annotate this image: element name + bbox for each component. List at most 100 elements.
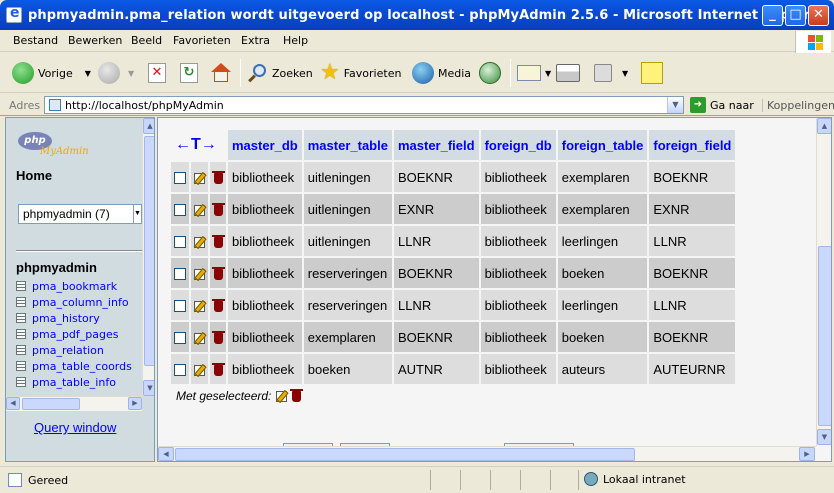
delete-icon[interactable]	[211, 170, 225, 184]
edit-icon[interactable]	[194, 364, 205, 376]
forward-button[interactable]: ▼	[98, 61, 134, 85]
edit-icon[interactable]	[194, 204, 205, 216]
back-button[interactable]: Vorige ▼	[12, 61, 91, 85]
delete-icon[interactable]	[211, 298, 225, 312]
scroll-down-icon[interactable]: ▼	[817, 429, 831, 445]
row-checkbox[interactable]	[174, 236, 186, 249]
menu-extra[interactable]: Extra	[241, 34, 270, 47]
table-cell: leerlingen	[557, 290, 648, 320]
delete-icon[interactable]	[211, 362, 225, 376]
messenger-button[interactable]	[641, 61, 663, 85]
row-checkbox[interactable]	[174, 300, 186, 313]
menu-bewerken[interactable]: Bewerken	[68, 34, 122, 47]
row-checkbox[interactable]	[174, 172, 186, 185]
column-toggle-arrows[interactable]: ←T→	[171, 130, 226, 160]
menu-beeld[interactable]: Beeld	[131, 34, 162, 47]
close-button[interactable]: ✕	[808, 5, 829, 26]
delete-icon[interactable]	[211, 234, 225, 248]
database-select[interactable]: phpmyadmin (7) ▼	[18, 204, 142, 224]
chevron-down-icon[interactable]: ▼	[545, 69, 551, 78]
scroll-right-icon[interactable]: ▶	[128, 397, 142, 410]
scrollbar-thumb[interactable]	[818, 246, 831, 426]
left-horizontal-scrollbar[interactable]: ◀ ▶	[6, 396, 142, 411]
table-link-pma-relation[interactable]: pma_relation	[16, 342, 132, 358]
home-link[interactable]: Home	[16, 168, 52, 183]
mail-button[interactable]: ▼	[517, 61, 551, 85]
edit-icon[interactable]	[194, 300, 205, 312]
media-button[interactable]: Media	[412, 61, 471, 85]
table-cell: LLNR	[649, 290, 736, 320]
history-icon	[479, 62, 501, 84]
stop-button[interactable]: ✕	[148, 61, 166, 85]
chevron-down-icon[interactable]: ▼	[622, 69, 628, 78]
table-link-pma-history[interactable]: pma_history	[16, 310, 132, 326]
table-link-pma-pdf-pages[interactable]: pma_pdf_pages	[16, 326, 132, 342]
row-checkbox[interactable]	[174, 332, 186, 345]
header-foreign-db[interactable]: foreign_db	[480, 130, 556, 160]
scroll-up-icon[interactable]: ▲	[143, 118, 154, 134]
delete-icon[interactable]	[211, 266, 225, 280]
favorites-button[interactable]: ★ Favorieten	[320, 61, 401, 85]
chevron-down-icon[interactable]: ▼	[128, 69, 134, 78]
scroll-down-icon[interactable]: ▼	[143, 380, 154, 396]
links-button[interactable]: Koppelingen	[762, 99, 834, 112]
table-link-pma-table-coords[interactable]: pma_table_coords	[16, 358, 132, 374]
chevron-down-icon[interactable]: ▼	[85, 69, 91, 78]
scrollbar-thumb[interactable]	[22, 398, 80, 410]
database-name[interactable]: phpmyadmin	[16, 260, 97, 275]
refresh-button[interactable]: ↻	[180, 61, 198, 85]
edit-button[interactable]: ▼	[594, 61, 628, 85]
address-input[interactable]: http://localhost/phpMyAdmin ▼	[44, 96, 684, 114]
table-link-pma-table-info[interactable]: pma_table_info	[16, 374, 132, 390]
table-cell: AUTEURNR	[649, 354, 736, 384]
edit-icon[interactable]	[194, 332, 205, 344]
go-button[interactable]: ➜ Ga naar	[690, 97, 754, 113]
phpmyadmin-logo[interactable]: php MyAdmin	[18, 132, 108, 162]
home-button[interactable]	[210, 61, 232, 85]
menu-favorieten[interactable]: Favorieten	[173, 34, 231, 47]
table-cell: bibliotheek	[228, 194, 302, 224]
edit-icon[interactable]	[194, 172, 205, 184]
status-divider	[520, 470, 521, 490]
maximize-button[interactable]: □	[785, 5, 806, 26]
edit-icon[interactable]	[194, 236, 205, 248]
header-master-db[interactable]: master_db	[228, 130, 302, 160]
header-foreign-table[interactable]: foreign_table	[557, 130, 648, 160]
search-button[interactable]: Zoeken	[248, 61, 313, 85]
row-checkbox[interactable]	[174, 268, 186, 281]
left-vertical-scrollbar[interactable]: ▲ ▼	[142, 118, 154, 396]
scroll-left-icon[interactable]: ◀	[158, 447, 174, 461]
history-button[interactable]	[479, 61, 501, 85]
edit-icon[interactable]	[194, 268, 205, 280]
main-horizontal-scrollbar[interactable]: ◀ ▶	[158, 446, 816, 461]
table-cell: AUTNR	[393, 354, 479, 384]
header-master-table[interactable]: master_table	[303, 130, 392, 160]
row-checkbox[interactable]	[174, 364, 186, 377]
minimize-button[interactable]: _	[762, 5, 783, 26]
scroll-left-icon[interactable]: ◀	[6, 397, 20, 410]
row-checkbox[interactable]	[174, 204, 186, 217]
header-master-field[interactable]: master_field	[393, 130, 479, 160]
relation-table: ←T→ master_db master_table master_field …	[169, 128, 737, 386]
print-button[interactable]	[556, 61, 580, 85]
main-vertical-scrollbar[interactable]: ▲ ▼	[816, 118, 831, 446]
menu-bestand[interactable]: Bestand	[13, 34, 58, 47]
header-foreign-field[interactable]: foreign_field	[649, 130, 736, 160]
table-link-pma-bookmark[interactable]: pma_bookmark	[16, 278, 132, 294]
chevron-down-icon[interactable]: ▼	[667, 97, 683, 113]
scroll-up-icon[interactable]: ▲	[817, 118, 831, 134]
table-link-pma-column-info[interactable]: pma_column_info	[16, 294, 132, 310]
delete-icon[interactable]	[211, 202, 225, 216]
address-label: Adres	[9, 99, 41, 112]
query-window-link[interactable]: Query window	[34, 420, 116, 435]
table-row: bibliotheek exemplaren BOEKNR bibliotheek bo…	[171, 322, 736, 352]
scrollbar-thumb[interactable]	[144, 136, 154, 366]
scrollbar-thumb[interactable]	[175, 448, 635, 461]
table-row: bibliotheek uitleningen EXNR bibliotheek exe…	[171, 194, 736, 224]
scroll-right-icon[interactable]: ▶	[799, 447, 815, 461]
delete-icon[interactable]	[290, 388, 304, 402]
address-url: http://localhost/phpMyAdmin	[65, 99, 224, 112]
menu-help[interactable]: Help	[283, 34, 308, 47]
delete-icon[interactable]	[211, 330, 225, 344]
edit-icon[interactable]	[276, 390, 288, 402]
